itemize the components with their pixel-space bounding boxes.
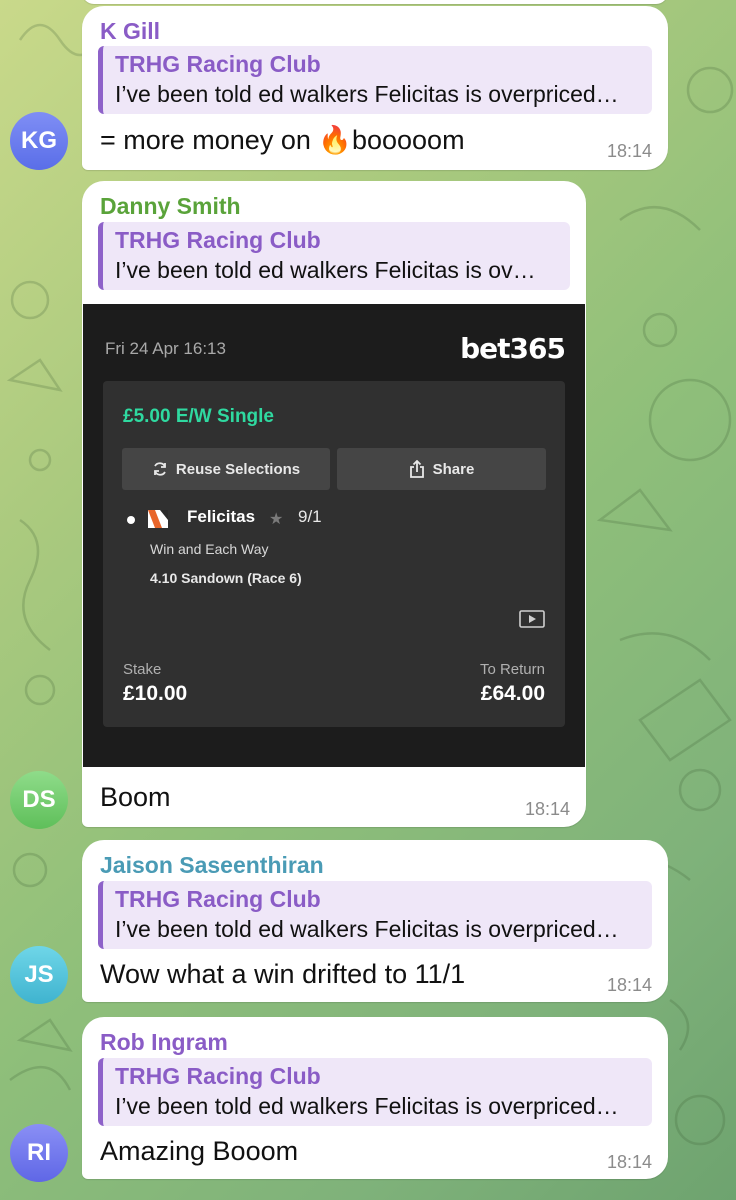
- message-text: Amazing Booom: [100, 1136, 299, 1166]
- avatar[interactable]: KG: [10, 112, 68, 170]
- message-bubble[interactable]: Rob Ingram TRHG Racing Club I’ve been to…: [82, 1017, 668, 1179]
- star-icon[interactable]: ★: [269, 509, 283, 529]
- silks-icon: [148, 510, 168, 528]
- bet-card: £5.00 E/W Single Reuse Selections Share …: [103, 381, 565, 727]
- reply-preview[interactable]: TRHG Racing Club I’ve been told ed walke…: [98, 222, 570, 290]
- sender-name[interactable]: Jaison Saseenthiran: [100, 852, 324, 879]
- message-text: Wow what a win drifted to 11/1: [100, 959, 466, 989]
- selection-market: Win and Each Way: [150, 541, 269, 557]
- stake-label: Stake: [123, 661, 162, 678]
- reply-text: I’ve been told ed walkers Felicitas is o…: [115, 257, 536, 283]
- stake-value: £10.00: [123, 682, 188, 705]
- message-time: 18:14: [606, 975, 652, 995]
- share-button[interactable]: Share: [337, 448, 546, 490]
- reuse-selections-label: Reuse Selections: [175, 460, 301, 478]
- avatar[interactable]: JS: [10, 946, 68, 1004]
- sender-name[interactable]: K Gill: [100, 18, 160, 45]
- reply-text: I’ve been told ed walkers Felicitas is o…: [115, 1093, 619, 1119]
- bet-date: Fri 24 Apr 16:13: [105, 339, 226, 358]
- refresh-icon: [153, 462, 166, 476]
- share-label: Share: [432, 460, 475, 478]
- previous-message-bubble[interactable]: [82, 0, 668, 4]
- message-time: 18:14: [606, 141, 652, 161]
- avatar[interactable]: DS: [10, 771, 68, 829]
- share-icon: [409, 460, 424, 478]
- bet365-logo: bet365: [460, 332, 566, 365]
- reply-title: TRHG Racing Club: [115, 51, 321, 77]
- selection-name: Felicitas: [187, 507, 256, 526]
- reply-preview[interactable]: TRHG Racing Club I’ve been told ed walke…: [98, 881, 652, 949]
- reply-title: TRHG Racing Club: [115, 1063, 321, 1089]
- reply-title: TRHG Racing Club: [115, 886, 321, 912]
- selection-race: 4.10 Sandown (Race 6): [150, 570, 302, 586]
- reply-text: I’ve been told ed walkers Felicitas is o…: [115, 916, 619, 942]
- message-bubble[interactable]: Danny Smith TRHG Racing Club I’ve been t…: [82, 181, 586, 827]
- selection-odds: 9/1: [298, 507, 322, 526]
- reply-preview[interactable]: TRHG Racing Club I’ve been told ed walke…: [98, 46, 652, 114]
- video-icon[interactable]: [519, 610, 545, 628]
- sender-name[interactable]: Rob Ingram: [100, 1029, 228, 1056]
- reuse-selections-button[interactable]: Reuse Selections: [122, 448, 330, 490]
- return-value: £64.00: [480, 682, 545, 705]
- bet-type: £5.00 E/W Single: [123, 406, 274, 427]
- avatar[interactable]: RI: [10, 1124, 68, 1182]
- return-label: To Return: [479, 661, 545, 678]
- bet-slip-image[interactable]: Fri 24 Apr 16:13 bet365 £5.00 E/W Single…: [83, 304, 585, 767]
- message-bubble[interactable]: Jaison Saseenthiran TRHG Racing Club I’v…: [82, 840, 668, 1002]
- selection-bullet: [127, 516, 135, 524]
- message-text: Boom: [100, 782, 171, 812]
- sender-name[interactable]: Danny Smith: [100, 193, 241, 220]
- reply-title: TRHG Racing Club: [115, 227, 321, 253]
- message-bubble[interactable]: K Gill TRHG Racing Club I’ve been told e…: [82, 6, 668, 170]
- reply-preview[interactable]: TRHG Racing Club I’ve been told ed walke…: [98, 1058, 652, 1126]
- message-text: = more money on 🔥booooom: [100, 125, 465, 155]
- message-time: 18:14: [606, 1152, 652, 1172]
- reply-text: I’ve been told ed walkers Felicitas is o…: [115, 81, 619, 107]
- message-time: 18:14: [524, 799, 570, 819]
